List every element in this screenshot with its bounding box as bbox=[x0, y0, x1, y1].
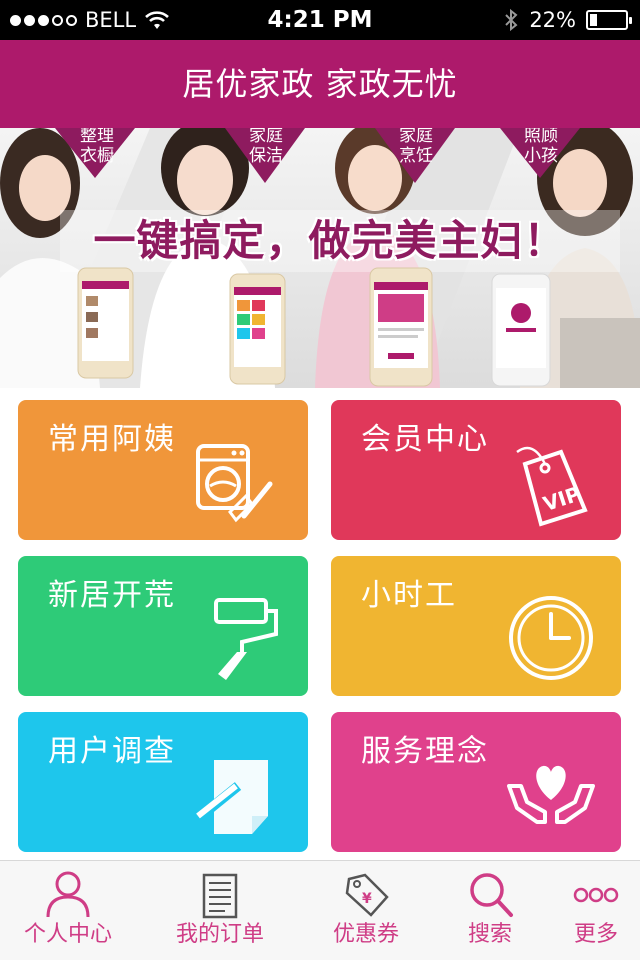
banner-headline: 一键搞定，做完美主妇！ bbox=[93, 216, 567, 265]
tab-label: 我的订单 bbox=[175, 922, 264, 947]
tile-label: 小时工 bbox=[361, 578, 457, 613]
battery-icon bbox=[586, 10, 632, 30]
page-title: 居优家政 家政无忧 bbox=[182, 65, 458, 103]
search-icon bbox=[470, 873, 513, 917]
bluetooth-icon bbox=[505, 8, 518, 32]
tile-label: 服务理念 bbox=[361, 734, 489, 769]
document-icon bbox=[202, 873, 238, 919]
tab-more[interactable]: 更多 bbox=[532, 861, 640, 960]
status-bar: BELL 4:21 PM 22% bbox=[0, 0, 640, 40]
tile-service-philosophy[interactable]: 服务理念 bbox=[331, 712, 621, 852]
tab-label: 优惠券 bbox=[332, 922, 399, 947]
tile-regular-housekeeper[interactable]: 常用阿姨 bbox=[18, 400, 308, 540]
vip-tag-icon: VIP bbox=[516, 446, 588, 527]
banner-tag-1: 整理衣橱 bbox=[80, 128, 114, 166]
person-icon bbox=[46, 871, 90, 918]
tile-user-survey[interactable]: 用户调查 bbox=[18, 712, 308, 852]
bottom-tab-bar: 个人中心 我的订单 ¥ 优惠券 搜索 更多 bbox=[0, 860, 640, 960]
banner-tag-4: 照顾小孩 bbox=[524, 128, 558, 166]
washing-machine-icon bbox=[196, 444, 273, 523]
status-right: 22% bbox=[503, 0, 632, 40]
note-pencil-icon bbox=[192, 760, 268, 834]
phone-mockup-1 bbox=[77, 267, 134, 379]
tile-new-home-cleaning[interactable]: 新居开荒 bbox=[18, 556, 308, 696]
tab-label: 更多 bbox=[573, 922, 618, 947]
tile-member-center[interactable]: 会员中心 VIP bbox=[331, 400, 621, 540]
tab-personal-center[interactable]: 个人中心 bbox=[4, 861, 132, 960]
phone-mockup-4 bbox=[491, 273, 551, 387]
tab-label: 个人中心 bbox=[23, 922, 112, 947]
tile-label: 会员中心 bbox=[361, 422, 489, 457]
phone-mockup-3 bbox=[369, 267, 433, 387]
tile-label: 常用阿姨 bbox=[48, 422, 176, 457]
header-title-bar: 居优家政 家政无忧 bbox=[0, 40, 640, 128]
paint-roller-icon bbox=[214, 598, 278, 680]
coupon-tag-icon: ¥ bbox=[345, 873, 389, 917]
tile-label: 用户调查 bbox=[48, 734, 176, 769]
tile-hourly-worker[interactable]: 小时工 bbox=[331, 556, 621, 696]
banner-tag-3: 家庭烹饪 bbox=[399, 128, 433, 166]
tab-my-orders[interactable]: 我的订单 bbox=[156, 861, 284, 960]
battery-percent: 22% bbox=[529, 8, 576, 32]
clock-icon bbox=[509, 596, 593, 680]
tile-label: 新居开荒 bbox=[48, 578, 176, 613]
banner-tag-2: 家庭保洁 bbox=[249, 128, 283, 166]
phone-mockup-2 bbox=[229, 273, 286, 385]
more-dots-icon bbox=[573, 887, 619, 903]
heart-hands-icon bbox=[507, 765, 595, 824]
tab-coupons[interactable]: ¥ 优惠券 bbox=[302, 861, 430, 960]
svg-text:¥: ¥ bbox=[362, 891, 372, 907]
promo-banner[interactable]: 整理衣橱 家庭保洁 家庭烹饪 照顾小孩 一键搞定，做完美主妇！ bbox=[0, 128, 640, 388]
